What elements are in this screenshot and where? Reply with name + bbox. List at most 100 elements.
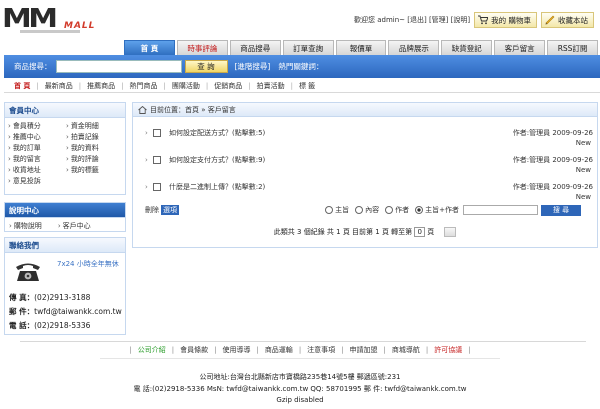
mail-value[interactable]: twfd@taiwankk.com.tw — [34, 307, 122, 316]
subnav-item-5[interactable]: 促銷商品 — [214, 81, 242, 91]
message-title[interactable]: 如何設定配送方式？(點擊數:5) — [169, 128, 513, 138]
cart-button[interactable]: 我的 購物車 — [474, 12, 537, 28]
breadcrumb-text[interactable]: 目前位置：首頁 » 客戶留言 — [150, 105, 236, 115]
footer-link-6[interactable]: 商城導航 — [392, 346, 420, 354]
new-badge: New — [575, 193, 591, 201]
help-link-1[interactable]: 客戶中心 — [58, 221, 91, 231]
radio-label: 主旨+作者 — [425, 206, 459, 214]
fax-value: (02)2913-3188 — [34, 293, 91, 302]
row-arrow-icon: › — [145, 128, 148, 137]
footer-link-5[interactable]: 申請加盟 — [350, 346, 378, 354]
message-checkbox[interactable] — [153, 155, 161, 164]
footer-link-4[interactable]: 注意事項 — [307, 346, 335, 354]
member-link-7[interactable]: 我的評論 — [66, 154, 124, 164]
row-arrow-icon: › — [145, 182, 148, 191]
scope-radio-3[interactable]: 主旨+作者 — [415, 205, 459, 215]
message-actions: 刪除 選項 主旨 內容 作者 主旨+作者 搜 尋 — [145, 204, 593, 216]
subnav-item-6[interactable]: 拍賣活動 — [257, 81, 285, 91]
subnav-item-3[interactable]: 熱門商品 — [130, 81, 158, 91]
member-link-10[interactable]: 意見投訴 — [8, 176, 66, 186]
subnav-separator: | — [36, 81, 39, 90]
footer-link-0[interactable]: 公司介紹 — [138, 346, 166, 354]
favorite-button[interactable]: 收藏本站 — [541, 12, 594, 28]
new-badge: New — [575, 139, 591, 147]
footer-link-3[interactable]: 商品運輸 — [265, 346, 293, 354]
radio-label: 主旨 — [335, 206, 350, 214]
member-link-0[interactable]: 會員積分 — [8, 121, 66, 131]
search-button[interactable]: 查 詢 — [184, 60, 228, 73]
member-link-9[interactable]: 我的標籤 — [66, 165, 124, 175]
scope-radio-2[interactable]: 作者 — [385, 205, 409, 215]
footer-divider-2 — [100, 358, 500, 359]
subnav-item-2[interactable]: 推薦商品 — [87, 81, 115, 91]
message-checkbox[interactable] — [153, 128, 161, 137]
member-link-6[interactable]: 我的留言 — [8, 154, 66, 164]
radio-circle[interactable] — [355, 206, 364, 214]
footer-link-1[interactable]: 會員條款 — [180, 346, 208, 354]
member-link-5[interactable]: 我的資料 — [66, 143, 124, 153]
member-link-2[interactable]: 推薦中心 — [8, 132, 66, 142]
message-search-input[interactable] — [463, 205, 538, 215]
footer-separator: | — [341, 346, 344, 354]
scope-radio-1[interactable]: 內容 — [355, 205, 379, 215]
nav-tab-8[interactable]: RSS訂閱 — [547, 40, 599, 55]
footer-contact: 電 話:(02)2918-5336 MsN: twfd@taiwankk.com… — [133, 385, 467, 393]
search-input[interactable] — [55, 60, 182, 73]
subnav-separator: | — [290, 81, 293, 90]
page-number-input[interactable]: 0 — [414, 227, 426, 237]
radio-circle[interactable] — [385, 206, 394, 214]
favorite-label: 收藏本站 — [558, 15, 588, 25]
subnav-item-1[interactable]: 最新商品 — [45, 81, 73, 91]
member-link-3[interactable]: 拍賣記錄 — [66, 132, 124, 142]
subnav-item-4[interactable]: 團購活動 — [172, 81, 200, 91]
fax-row: 傳 真：(02)2913-3188 — [9, 291, 122, 305]
nav-tab-6[interactable]: 缺貨登記 — [441, 40, 493, 55]
subnav-separator: | — [248, 81, 251, 90]
footer-links: | 公司介紹 | 會員條款 | 使用導導 | 商品運輸 | 注意事項 | 申請加盟 | 商城導航 | 許可協議… — [0, 345, 600, 355]
radio-label: 作者 — [395, 206, 410, 214]
nav-tab-4[interactable]: 報價單 — [335, 40, 387, 55]
subnav-separator: | — [78, 81, 82, 90]
nav-tab-7[interactable]: 客戶留言 — [494, 40, 546, 55]
site-logo[interactable]: MM MALL — [2, 4, 100, 36]
message-title[interactable]: 如何設定支付方式？(點擊數:9) — [169, 155, 513, 165]
select-button[interactable]: 選項 — [161, 205, 179, 215]
radio-circle[interactable] — [325, 206, 334, 214]
contact-info: 傳 真：(02)2913-3188 郵 件：twfd@taiwankk.com.… — [9, 291, 122, 333]
member-link-8[interactable]: 收貨地址 — [8, 165, 66, 175]
contact-title: 聯絡我們 — [5, 238, 125, 253]
subnav-item-0[interactable]: 首 頁 — [14, 81, 30, 91]
footer-gzip: Gzip disabled — [276, 396, 324, 404]
message-search-button[interactable]: 搜 尋 — [541, 204, 581, 216]
footer-separator: | — [129, 346, 132, 354]
footer-separator: | — [383, 346, 386, 354]
message-title[interactable]: 什麼是二進制上傳？(點擊數:2) — [169, 182, 513, 192]
footer-link-2[interactable]: 使用導導 — [222, 346, 250, 354]
message-checkbox[interactable] — [153, 182, 161, 191]
nav-tab-5[interactable]: 品牌展示 — [388, 40, 440, 55]
message-row: › 什麼是二進制上傳？(點擊數:2) 作者:管理員 2009-09-26 — [145, 181, 593, 192]
subnav-item-7[interactable]: 標 籤 — [299, 81, 315, 91]
help-link-0[interactable]: 購物說明 — [9, 221, 42, 231]
cart-icon — [478, 15, 489, 25]
cart-label: 我的 購物車 — [491, 15, 531, 25]
member-link-1[interactable]: 資金明細 — [66, 121, 124, 131]
bookmark-icon — [545, 15, 555, 25]
logo-sub-text: MALL — [64, 21, 96, 31]
radio-circle[interactable] — [415, 206, 424, 214]
phone-row: 電 話：(02)2918-5336 — [9, 319, 122, 333]
welcome-text[interactable]: 歡迎您 admin~ [退出] [管理] [說明] — [354, 15, 470, 25]
scope-radio-0[interactable]: 主旨 — [325, 205, 349, 215]
nav-tab-2[interactable]: 商品搜尋 — [229, 40, 281, 55]
page-go-button[interactable] — [444, 227, 457, 237]
pager-suffix: 頁 — [427, 228, 435, 236]
nav-tab-1[interactable]: 時事評論 — [176, 40, 228, 55]
nav-tab-0[interactable]: 首 頁 — [124, 40, 175, 55]
footer-link-7[interactable]: 許可協議 — [434, 346, 462, 354]
message-panel: 目前位置：首頁 » 客戶留言 › 如何設定配送方式？(點擊數:5) 作者:管理員 2… — [132, 102, 598, 248]
member-link-4[interactable]: 我的訂單 — [8, 143, 66, 153]
message-row: › 如何設定支付方式？(點擊數:9) 作者:管理員 2009-09-26 — [145, 154, 593, 165]
advanced-search-link[interactable]: [進階搜尋] — [235, 61, 271, 72]
message-row: › 如何設定配送方式？(點擊數:5) 作者:管理員 2009-09-26 — [145, 127, 593, 138]
nav-tab-3[interactable]: 訂單查詢 — [282, 40, 334, 55]
